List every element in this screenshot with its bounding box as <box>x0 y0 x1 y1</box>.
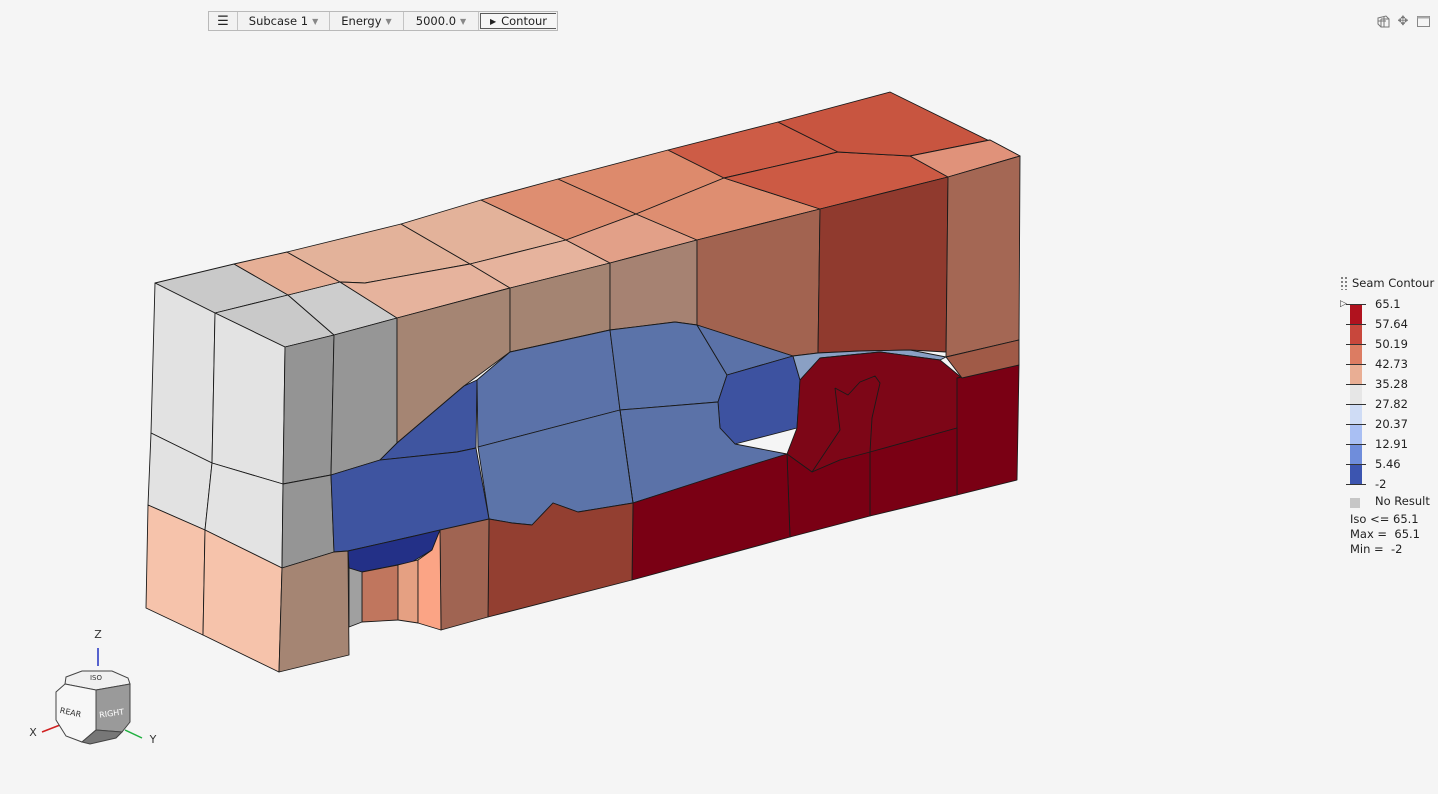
legend-color-band <box>1350 364 1362 384</box>
subcase-dropdown[interactable]: Subcase 1 ▼ <box>238 12 330 30</box>
opening-peach-cell <box>361 564 399 623</box>
legend-tick <box>1346 364 1366 365</box>
legend-color-band <box>1350 464 1362 484</box>
legend-tick <box>1346 464 1366 465</box>
legend-color-band <box>1350 344 1362 364</box>
chevron-down-icon: ▼ <box>460 16 467 26</box>
front-brown-cell <box>439 518 490 631</box>
legend-tick <box>1346 404 1366 405</box>
model-viewport[interactable] <box>0 40 1100 700</box>
legend-level-label: -2 <box>1375 477 1387 491</box>
no-result-swatch <box>1350 498 1360 508</box>
legend-level-label: 12.91 <box>1375 437 1408 451</box>
legend-tick <box>1346 384 1366 385</box>
front-gray-cell <box>282 334 335 485</box>
x-axis-line <box>41 724 61 733</box>
legend-color-band <box>1350 404 1362 424</box>
legend-color-band <box>1350 384 1362 404</box>
legend-level-label: 42.73 <box>1375 357 1408 371</box>
legend-color-band <box>1350 304 1362 324</box>
play-icon: ▶ <box>489 16 497 26</box>
legend-level-label: 20.37 <box>1375 417 1408 431</box>
max-value: Max = 65.1 <box>1350 527 1420 541</box>
result-type-label: Energy <box>341 14 382 28</box>
legend-tick <box>1346 304 1366 305</box>
time-step-label: 5000.0 <box>415 14 457 28</box>
legend-level-label: 50.19 <box>1375 337 1408 351</box>
view-controls: ✥ <box>1376 14 1430 29</box>
legend-level-label: 57.64 <box>1375 317 1408 331</box>
legend-color-bar <box>1350 304 1362 484</box>
grid-icon[interactable] <box>1376 14 1390 28</box>
chevron-down-icon: ▼ <box>312 16 319 26</box>
legend-tick <box>1346 324 1366 325</box>
legend-level-label: 65.1 <box>1375 297 1401 311</box>
view-cube[interactable]: Z X Y ISO REAR RIGHT <box>20 620 170 760</box>
front-gray-cell <box>330 317 398 476</box>
window-icon[interactable] <box>1416 14 1430 28</box>
iso-value: Iso <= 65.1 <box>1350 512 1419 526</box>
x-axis-label: X <box>29 726 37 739</box>
move-icon[interactable]: ✥ <box>1396 14 1410 29</box>
results-toolbar: ☰ Subcase 1 ▼ Energy ▼ 5000.0 ▼ ▶ Contou… <box>208 11 558 31</box>
hot-dark-red-cell <box>786 451 871 538</box>
subcase-label: Subcase 1 <box>248 14 309 28</box>
time-step-dropdown[interactable]: 5000.0 ▼ <box>404 12 479 30</box>
no-result-label: No Result <box>1375 494 1430 508</box>
legend-level-label: 27.82 <box>1375 397 1408 411</box>
legend-color-band <box>1350 324 1362 344</box>
opening-peach-cell <box>397 559 419 624</box>
legend-tick <box>1346 444 1366 445</box>
z-axis-label: Z <box>94 628 102 641</box>
contour-label: Contour <box>501 14 548 28</box>
opening-gray-cell <box>348 567 363 628</box>
legend-level-label: 5.46 <box>1375 457 1401 471</box>
front-taupe-cell <box>278 550 350 673</box>
drag-handle-icon[interactable] <box>1340 276 1348 290</box>
chevron-down-icon: ▼ <box>385 16 392 26</box>
hot-dark-red-cell <box>956 364 1020 496</box>
front-brown-cell <box>945 155 1021 358</box>
min-value: Min = -2 <box>1350 542 1403 556</box>
y-axis-line <box>124 729 143 739</box>
legend-title-text: Seam Contour <box>1352 276 1435 290</box>
cube-face-top: ISO <box>90 674 103 682</box>
legend-color-band <box>1350 424 1362 444</box>
end-gray-cell <box>150 282 216 464</box>
y-axis-label: Y <box>149 733 157 746</box>
legend-color-band <box>1350 444 1362 464</box>
contour-button[interactable]: ▶ Contour <box>480 13 556 29</box>
menu-icon[interactable]: ☰ <box>209 12 238 30</box>
legend-tick <box>1346 344 1366 345</box>
legend-tick <box>1346 424 1366 425</box>
legend-level-label: 35.28 <box>1375 377 1408 391</box>
legend-title[interactable]: Seam Contour <box>1340 276 1434 290</box>
legend-tick <box>1346 484 1366 485</box>
result-type-dropdown[interactable]: Energy ▼ <box>330 12 404 30</box>
